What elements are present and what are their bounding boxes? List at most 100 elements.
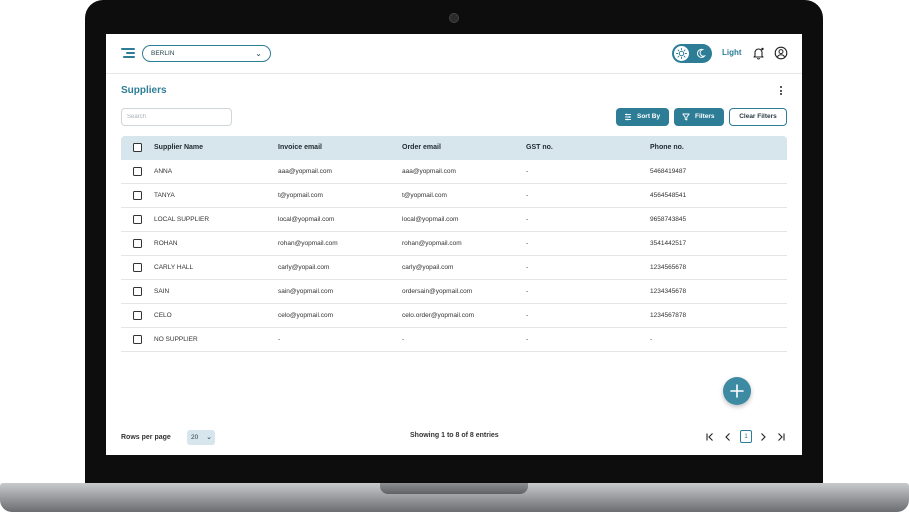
table-row[interactable]: ROHAN rohan@yopmail.com rohan@yopmail.com -… (121, 232, 787, 256)
cell-order-email: carly@yopail.com (402, 264, 454, 271)
top-bar: BERLIN ⌄ Light (106, 34, 802, 74)
first-page-icon[interactable] (704, 430, 716, 444)
rows-per-page-select[interactable]: 20 ⌄ (187, 430, 215, 445)
cell-order-email: - (402, 336, 405, 343)
cell-gst-no: - (526, 288, 529, 295)
cell-phone-no: 1234345678 (650, 288, 687, 295)
webcam (449, 13, 459, 23)
cell-supplier-name: ROHAN (154, 240, 178, 247)
filters-label: Filters (695, 113, 715, 120)
cell-invoice-email: local@yopmail.com (278, 216, 335, 223)
cell-order-email: local@yopmail.com (402, 216, 459, 223)
row-checkbox[interactable] (133, 215, 142, 224)
cell-phone-no: 4564548541 (650, 192, 687, 199)
cell-gst-no: - (526, 312, 529, 319)
search-input[interactable] (121, 108, 232, 126)
bell-icon[interactable] (752, 46, 765, 60)
page-title: Suppliers (121, 85, 167, 96)
menu-icon[interactable] (121, 47, 135, 59)
row-checkbox[interactable] (133, 239, 142, 248)
cell-supplier-name: ANNA (154, 168, 173, 175)
cell-gst-no: - (526, 192, 529, 199)
row-checkbox[interactable] (133, 263, 142, 272)
table-row[interactable]: TANYA t@yopmail.com t@yopmail.com - 45645485… (121, 184, 787, 208)
moon-icon (697, 48, 706, 58)
select-all-checkbox[interactable] (133, 143, 142, 152)
plus-icon (730, 384, 744, 398)
cell-gst-no: - (526, 264, 529, 271)
sort-by-label: Sort By (637, 113, 661, 120)
add-supplier-button[interactable] (723, 377, 751, 405)
row-checkbox[interactable] (133, 335, 142, 344)
last-page-icon[interactable] (775, 430, 787, 444)
table-row[interactable]: CELO celo@yopmail.com celo.order@yopmail.c… (121, 304, 787, 328)
row-checkbox[interactable] (133, 311, 142, 320)
cell-phone-no: - (650, 336, 653, 343)
cell-order-email: celo.order@yopmail.com (402, 312, 474, 319)
cell-invoice-email: sain@yopmail.com (278, 288, 334, 295)
cell-invoice-email: carly@yopail.com (278, 264, 330, 271)
entries-summary: Showing 1 to 8 of 8 entries (410, 432, 499, 439)
table-row[interactable]: ANNA aaa@yopmail.com aaa@yopmail.com - 54684… (121, 160, 787, 184)
rows-per-page-label: Rows per page (121, 434, 171, 441)
cell-supplier-name: SAIN (154, 288, 170, 295)
clear-filters-button[interactable]: Clear Filters (729, 108, 787, 126)
sort-by-button[interactable]: Sort By (616, 108, 669, 126)
chevron-down-icon: ⌄ (206, 434, 212, 441)
cell-phone-no: 3541442517 (650, 240, 687, 247)
rows-per-page-value: 20 (191, 434, 199, 441)
app-screen: BERLIN ⌄ Light Suppliers Search Sort By … (106, 34, 802, 455)
cell-order-email: t@yopmail.com (402, 192, 447, 199)
theme-toggle[interactable] (672, 44, 712, 63)
row-checkbox[interactable] (133, 287, 142, 296)
cell-invoice-email: celo@yopmail.com (278, 312, 334, 319)
sort-icon (625, 113, 631, 121)
cell-order-email: ordersain@yopmail.com (402, 288, 473, 295)
table-row[interactable]: LOCAL SUPPLIER local@yopmail.com local@yop… (121, 208, 787, 232)
filter-icon (682, 113, 690, 121)
table-body: ANNA aaa@yopmail.com aaa@yopmail.com - 54684… (121, 160, 787, 352)
column-header-supplier-name[interactable]: Supplier Name (154, 136, 203, 160)
location-value: BERLIN (151, 50, 175, 57)
previous-page-icon[interactable] (722, 430, 734, 444)
sun-icon (676, 48, 687, 59)
cell-supplier-name: CELO (154, 312, 172, 319)
cell-invoice-email: aaa@yopmail.com (278, 168, 332, 175)
table-row[interactable]: SAIN sain@yopmail.com ordersain@yopmail.co… (121, 280, 787, 304)
cell-supplier-name: NO SUPPLIER (154, 336, 198, 343)
column-header-gst-no[interactable]: GST no. (526, 136, 553, 160)
chevron-down-icon: ⌄ (255, 49, 262, 58)
cell-invoice-email: t@yopmail.com (278, 192, 323, 199)
cell-gst-no: - (526, 216, 529, 223)
user-account-icon[interactable] (774, 46, 788, 60)
cell-order-email: rohan@yopmail.com (402, 240, 462, 247)
cell-gst-no: - (526, 336, 529, 343)
clear-filters-label: Clear Filters (739, 113, 777, 120)
cell-phone-no: 9658743845 (650, 216, 687, 223)
row-checkbox[interactable] (133, 191, 142, 200)
more-options-icon[interactable] (778, 85, 784, 97)
column-header-invoice-email[interactable]: Invoice email (278, 136, 322, 160)
cell-phone-no: 1234567878 (650, 312, 687, 319)
column-header-order-email[interactable]: Order email (402, 136, 441, 160)
theme-label: Light (722, 48, 742, 57)
cell-order-email: aaa@yopmail.com (402, 168, 456, 175)
next-page-icon[interactable] (757, 430, 769, 444)
cell-supplier-name: CARLY HALL (154, 264, 194, 271)
suppliers-table: Supplier Name Invoice email Order email … (121, 136, 787, 352)
table-row[interactable]: CARLY HALL carly@yopail.com carly@yopail.c… (121, 256, 787, 280)
cell-supplier-name: TANYA (154, 192, 175, 199)
cell-phone-no: 1234565678 (650, 264, 687, 271)
cell-invoice-email: - (278, 336, 281, 343)
column-header-phone-no[interactable]: Phone no. (650, 136, 684, 160)
cell-phone-no: 5468419487 (650, 168, 687, 175)
filters-button[interactable]: Filters (674, 108, 724, 126)
cell-gst-no: - (526, 168, 529, 175)
location-select[interactable]: BERLIN ⌄ (142, 45, 271, 62)
page-number-current[interactable]: 1 (740, 430, 752, 443)
laptop-base-notch (380, 483, 528, 494)
cell-gst-no: - (526, 240, 529, 247)
row-checkbox[interactable] (133, 167, 142, 176)
table-row[interactable]: NO SUPPLIER - - - - (121, 328, 787, 352)
table-header: Supplier Name Invoice email Order email … (121, 136, 787, 160)
